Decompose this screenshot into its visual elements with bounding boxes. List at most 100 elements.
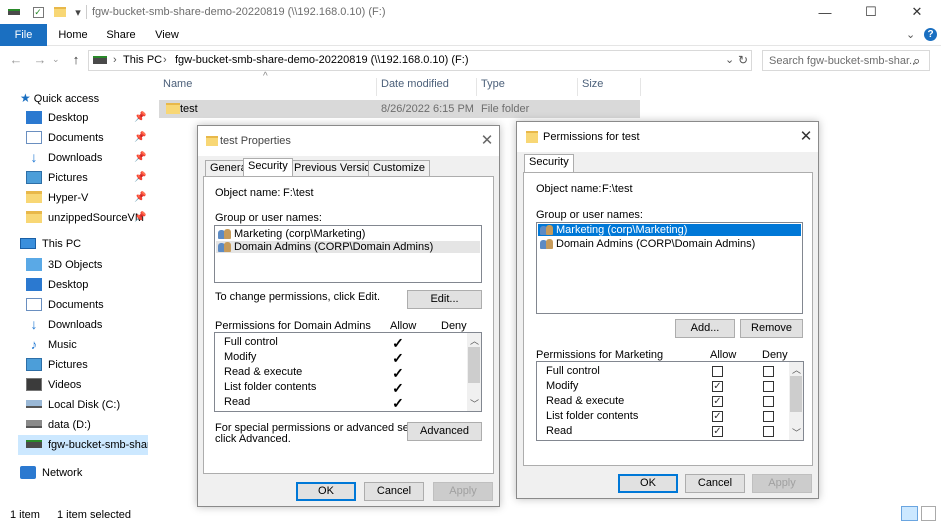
column-header-date-modified[interactable]: Date modified: [381, 78, 449, 94]
address-bar[interactable]: › This PC › fgw-bucket-smb-share-demo-20…: [88, 50, 752, 71]
deny-checkbox[interactable]: [763, 366, 774, 377]
details-view-icon[interactable]: [901, 506, 918, 521]
deny-checkbox[interactable]: [763, 381, 774, 392]
column-header-size[interactable]: Size: [582, 78, 603, 94]
tab-share[interactable]: Share: [100, 24, 142, 46]
sidebar-item-downloads-pc[interactable]: ↓ Downloads: [26, 315, 103, 335]
list-item[interactable]: Domain Admins (CORP\Domain Admins): [540, 238, 755, 250]
scroll-down-icon[interactable]: ﹀: [792, 426, 801, 439]
allow-checkbox[interactable]: [712, 366, 723, 377]
sidebar-item-downloads[interactable]: ↓ Downloads 📌: [26, 148, 148, 168]
search-input[interactable]: Search fgw-bucket-smb-shar... ⌕: [762, 50, 930, 71]
tab-security[interactable]: Security: [243, 158, 293, 176]
deny-checkbox[interactable]: [763, 411, 774, 422]
sidebar-item-label: fgw-bucket-smb-share: [48, 439, 148, 451]
allow-checkbox[interactable]: ✓: [712, 396, 723, 407]
close-icon[interactable]: ✕: [797, 128, 815, 146]
group-list[interactable]: Marketing (corp\Marketing) Domain Admins…: [214, 225, 482, 283]
new-folder-icon[interactable]: [52, 4, 68, 20]
breadcrumb-this-pc[interactable]: This PC: [123, 54, 162, 66]
deny-checkbox[interactable]: [763, 396, 774, 407]
deny-header: Deny: [762, 349, 788, 361]
sidebar-item-documents[interactable]: Documents 📌: [26, 128, 148, 148]
scroll-thumb[interactable]: [790, 376, 802, 412]
sidebar-item-desktop-pc[interactable]: Desktop: [26, 275, 88, 295]
scroll-up-icon[interactable]: ︿: [792, 363, 801, 376]
tab-customize[interactable]: Customize: [368, 160, 430, 176]
list-item[interactable]: Domain Admins (CORP\Domain Admins): [216, 241, 480, 253]
sidebar-item-pictures-pc[interactable]: Pictures: [26, 355, 88, 375]
sidebar-item-documents-pc[interactable]: Documents: [26, 295, 104, 315]
sidebar-item-label: Music: [48, 339, 77, 351]
column-header-type[interactable]: Type: [481, 78, 505, 94]
remove-button[interactable]: Remove: [740, 319, 803, 338]
apply-button[interactable]: Apply: [752, 474, 812, 493]
close-button[interactable]: ✕: [894, 0, 940, 24]
column-divider[interactable]: [640, 78, 641, 96]
sidebar-item-local-disk-c[interactable]: Local Disk (C:): [26, 395, 120, 415]
refresh-icon[interactable]: ↻: [738, 53, 748, 67]
ok-button[interactable]: OK: [618, 474, 678, 493]
column-divider[interactable]: [476, 78, 477, 96]
cancel-button[interactable]: Cancel: [685, 474, 745, 493]
scroll-down-icon[interactable]: ﹀: [470, 397, 479, 410]
sidebar-item-network[interactable]: Network: [20, 463, 82, 483]
allow-checkbox[interactable]: ✓: [712, 381, 723, 392]
maximize-button[interactable]: ☐: [848, 0, 894, 24]
column-divider[interactable]: [376, 78, 377, 96]
minimize-button[interactable]: —: [802, 0, 848, 24]
list-item[interactable]: Marketing (corp\Marketing): [218, 228, 365, 240]
scroll-up-icon[interactable]: ︿: [470, 334, 479, 347]
sidebar-item-music[interactable]: ♪ Music: [26, 335, 77, 355]
advanced-button[interactable]: Advanced: [407, 422, 482, 441]
expand-ribbon-icon[interactable]: ⌄: [906, 28, 915, 41]
search-icon[interactable]: ⌕: [913, 53, 920, 69]
properties-icon[interactable]: ✓: [30, 4, 46, 20]
desktop-icon: [26, 277, 42, 291]
ok-button[interactable]: OK: [296, 482, 356, 501]
tab-home[interactable]: Home: [52, 24, 94, 46]
sidebar-item-3d-objects[interactable]: 3D Objects: [26, 255, 102, 275]
forward-button[interactable]: →: [32, 52, 48, 68]
group-list[interactable]: Marketing (corp\Marketing) Domain Admins…: [536, 222, 803, 314]
sidebar-item-hyper-v[interactable]: Hyper-V 📌: [26, 188, 148, 208]
address-dropdown-icon[interactable]: ⌄: [725, 53, 734, 66]
sidebar-item-fgw-bucket-smb-share[interactable]: fgw-bucket-smb-share: [18, 435, 148, 455]
scrollbar[interactable]: ︿ ﹀: [789, 362, 803, 440]
scrollbar[interactable]: ︿ ﹀: [467, 333, 481, 411]
table-row[interactable]: test 8/26/2022 6:15 PM File folder: [159, 100, 640, 118]
column-header-name[interactable]: Name: [163, 78, 192, 94]
allow-checkbox[interactable]: ✓: [712, 426, 723, 437]
add-button[interactable]: Add...: [675, 319, 735, 338]
customize-quick-access-icon[interactable]: ▾: [70, 4, 86, 20]
allow-checkbox[interactable]: ✓: [712, 411, 723, 422]
close-icon[interactable]: ✕: [478, 132, 496, 150]
tab-view[interactable]: View: [148, 24, 186, 46]
group-name: Marketing (corp\Marketing): [556, 224, 688, 236]
sidebar-item-data-d[interactable]: data (D:): [26, 415, 91, 435]
edit-button[interactable]: Edit...: [407, 290, 482, 309]
sidebar-item-desktop[interactable]: Desktop 📌: [26, 108, 148, 128]
sidebar-item-pictures[interactable]: Pictures 📌: [26, 168, 148, 188]
sidebar-item-unzippedsourcevm[interactable]: unzippedSourceVM 📌: [26, 208, 148, 228]
sidebar-item-videos[interactable]: Videos: [26, 375, 81, 395]
list-item-selected[interactable]: Marketing (corp\Marketing): [538, 224, 801, 236]
recent-locations-icon[interactable]: ⌄: [52, 54, 60, 65]
help-icon[interactable]: ?: [924, 28, 937, 41]
scroll-thumb[interactable]: [468, 347, 480, 383]
cancel-button[interactable]: Cancel: [364, 482, 424, 501]
tab-security[interactable]: Security: [524, 154, 574, 172]
pin-icon: 📌: [134, 192, 147, 203]
breadcrumb-drive[interactable]: fgw-bucket-smb-share-demo-20220819 (\\19…: [175, 54, 468, 66]
tab-file[interactable]: File: [0, 24, 47, 46]
apply-button[interactable]: Apply: [433, 482, 493, 501]
sidebar-item-this-pc[interactable]: This PC: [20, 234, 81, 254]
back-button[interactable]: ←: [8, 52, 24, 68]
allow-check-icon: ✓: [392, 380, 404, 396]
sidebar-item-quick-access[interactable]: ★ Quick access: [20, 88, 99, 108]
up-button[interactable]: ↑: [68, 52, 84, 68]
large-icons-view-icon[interactable]: [921, 506, 936, 521]
deny-checkbox[interactable]: [763, 426, 774, 437]
group-name: Marketing (corp\Marketing): [234, 228, 366, 240]
column-divider[interactable]: [577, 78, 578, 96]
